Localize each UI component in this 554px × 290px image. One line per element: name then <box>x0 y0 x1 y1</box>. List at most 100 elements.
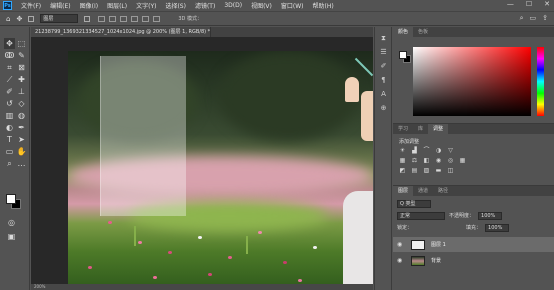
hue-saturation-icon[interactable]: ▦ <box>399 158 406 164</box>
eye-icon[interactable]: ◉ <box>397 257 405 264</box>
document-tab[interactable]: 21238799_136932133452​7_1024x1024.jpg @ … <box>31 27 211 37</box>
marquee-tool-icon[interactable]: ⬚ <box>16 38 27 49</box>
history-brush-tool-icon[interactable]: ↺ <box>4 98 15 109</box>
auto-select-checkbox[interactable] <box>28 15 35 22</box>
opacity-field[interactable]: 100% <box>478 211 503 220</box>
search-icon[interactable]: ⌕ <box>520 14 524 23</box>
menu-layer[interactable]: 图层(L) <box>107 1 127 10</box>
layer-filter-dropdown[interactable]: Q 类型 <box>397 199 431 208</box>
align-center-button[interactable] <box>109 15 117 22</box>
menu-help[interactable]: 帮助(H) <box>313 1 334 10</box>
black-white-icon[interactable]: ◧ <box>423 158 430 164</box>
home-icon[interactable]: ⌂ <box>6 15 10 23</box>
photo-canvas[interactable] <box>68 51 373 290</box>
move-tool-icon[interactable]: ✥ <box>4 38 15 49</box>
path-select-tool-icon[interactable]: ➤ <box>16 134 27 145</box>
quick-mask-icon[interactable]: ◎ <box>6 217 17 228</box>
align-middle-button[interactable] <box>142 15 150 22</box>
layer-row-layer1[interactable]: ◉ 图层 1 <box>393 237 554 252</box>
history-icon[interactable]: ⧗ <box>379 34 388 43</box>
blur-tool-icon[interactable]: ◍ <box>16 110 27 121</box>
tab-adjustments[interactable]: 调整 <box>428 124 449 134</box>
color-picker-field[interactable] <box>413 47 531 116</box>
tab-learn[interactable]: 学习 <box>393 124 413 134</box>
tab-color[interactable]: 颜色 <box>393 27 414 37</box>
healing-brush-tool-icon[interactable]: ✚ <box>16 74 27 85</box>
eye-icon[interactable]: ◉ <box>397 241 405 248</box>
gradient-map-icon[interactable]: ▬ <box>435 168 442 174</box>
brush-tool-icon[interactable]: ✐ <box>4 86 15 97</box>
clone-stamp-tool-icon[interactable]: ⊥ <box>16 86 27 97</box>
exposure-icon[interactable]: ◑ <box>435 148 442 154</box>
tab-layers[interactable]: 图层 <box>393 186 414 196</box>
pen-tool-icon[interactable]: ✒ <box>16 122 27 133</box>
workspace-icon[interactable]: ▭ <box>530 14 537 23</box>
foreground-color-swatch[interactable] <box>6 194 16 204</box>
tab-channels[interactable]: 通道 <box>413 186 433 196</box>
close-button[interactable]: ✕ <box>544 0 550 8</box>
more-tools-icon[interactable]: … <box>16 158 27 169</box>
color-lookup-icon[interactable]: ▦ <box>459 158 466 164</box>
menu-image[interactable]: 图像(I) <box>80 1 98 10</box>
canvas-area[interactable] <box>31 37 373 290</box>
fill-field[interactable]: 100% <box>485 223 510 232</box>
menu-view[interactable]: 视图(V) <box>251 1 272 10</box>
lasso-tool-icon[interactable]: ↂ <box>4 50 15 61</box>
grass-stem <box>246 236 248 254</box>
properties-icon[interactable]: ☰ <box>379 48 388 57</box>
quick-select-tool-icon[interactable]: ✎ <box>16 50 27 61</box>
align-left-button[interactable] <box>98 15 106 22</box>
auto-select-dropdown[interactable]: 图层 <box>40 14 79 23</box>
tab-libraries[interactable]: 库 <box>413 124 428 134</box>
channel-mixer-icon[interactable]: ◎ <box>447 158 454 164</box>
selective-color-icon[interactable]: ◫ <box>447 168 454 174</box>
hue-slider[interactable] <box>537 47 544 116</box>
minimize-button[interactable]: — <box>507 0 514 8</box>
menu-type[interactable]: 文字(Y) <box>136 1 156 10</box>
brightness-icon[interactable]: ☀ <box>399 148 406 154</box>
character-icon[interactable]: A <box>379 90 388 99</box>
frame-tool-icon[interactable]: ⊠ <box>16 62 27 73</box>
gradient-tool-icon[interactable]: ▥ <box>4 110 15 121</box>
menu-window[interactable]: 窗口(W) <box>281 1 304 10</box>
blend-mode-dropdown[interactable]: 正常 <box>397 211 445 220</box>
share-icon[interactable]: ⇪ <box>542 14 548 23</box>
move-icon[interactable]: ✥ <box>16 15 22 23</box>
selected-layer-overlay[interactable] <box>100 56 186 216</box>
align-right-button[interactable] <box>120 15 128 22</box>
posterize-icon[interactable]: ▤ <box>411 168 418 174</box>
align-bottom-button[interactable] <box>153 15 161 22</box>
color-balance-icon[interactable]: ⚖ <box>411 158 418 164</box>
screen-mode-icon[interactable]: ▣ <box>6 231 17 242</box>
align-top-button[interactable] <box>131 15 139 22</box>
transform-controls-checkbox[interactable] <box>84 15 91 22</box>
brush-settings-icon[interactable]: ✐ <box>379 62 388 71</box>
menu-3d[interactable]: 3D(D) <box>224 2 242 9</box>
curves-icon[interactable]: ⌒ <box>423 148 430 154</box>
vibrance-icon[interactable]: ▽ <box>447 148 454 154</box>
zoom-tool-icon[interactable]: ⌕ <box>4 158 15 169</box>
paragraph-icon[interactable]: ¶ <box>379 76 388 85</box>
color-panel-foreground-swatch[interactable] <box>399 51 407 59</box>
type-tool-icon[interactable]: T <box>4 134 15 145</box>
invert-icon[interactable]: ◩ <box>399 168 406 174</box>
levels-icon[interactable]: ▟ <box>411 148 418 154</box>
hand-tool-icon[interactable]: ✋ <box>16 146 27 157</box>
eyedropper-tool-icon[interactable]: ⟋ <box>4 74 15 85</box>
eraser-tool-icon[interactable]: ◇ <box>16 98 27 109</box>
rectangle-tool-icon[interactable]: ▭ <box>4 146 15 157</box>
photoshop-logo[interactable]: Ps <box>3 1 12 10</box>
threshold-icon[interactable]: ▨ <box>423 168 430 174</box>
tab-paths[interactable]: 路径 <box>433 186 453 196</box>
menu-filter[interactable]: 滤镜(T) <box>195 1 215 10</box>
tab-swatches[interactable]: 色板 <box>413 27 433 37</box>
clone-source-icon[interactable]: ⊕ <box>379 104 388 113</box>
crop-tool-icon[interactable]: ⌗ <box>4 62 15 73</box>
photo-filter-icon[interactable]: ◉ <box>435 158 442 164</box>
menu-edit[interactable]: 编辑(E) <box>50 1 70 10</box>
layer-row-background[interactable]: ◉ 背景 <box>393 253 554 268</box>
menu-select[interactable]: 选择(S) <box>165 1 186 10</box>
menu-file[interactable]: 文件(F) <box>21 1 41 10</box>
dodge-tool-icon[interactable]: ◐ <box>4 122 15 133</box>
maximize-button[interactable]: ☐ <box>526 0 532 8</box>
